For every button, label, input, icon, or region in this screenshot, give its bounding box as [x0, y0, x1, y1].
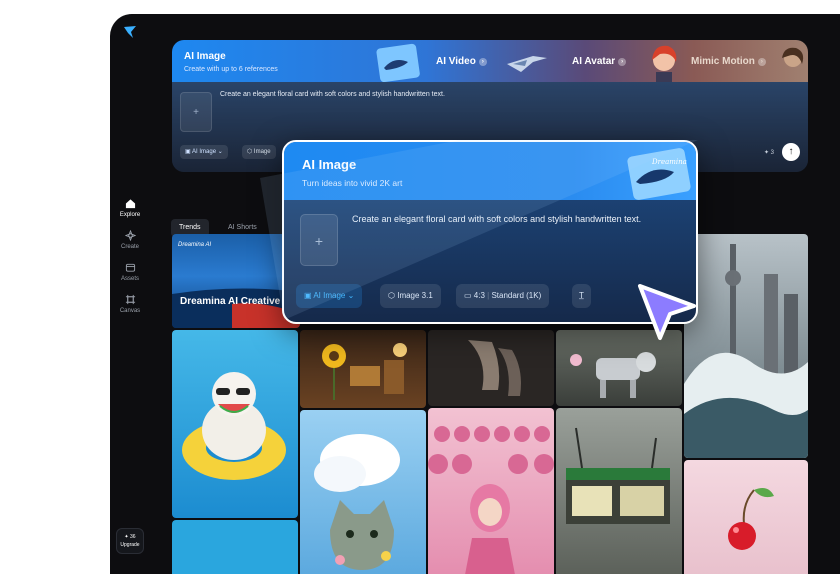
arrow-up-icon: ↑: [788, 146, 794, 157]
sidebar-item-label: Canvas: [119, 308, 141, 314]
hands-art: [468, 340, 521, 396]
tsunami-city-art: [684, 244, 808, 458]
sidebar-item-assets[interactable]: Assets: [110, 262, 150, 282]
mode-label: AI Image: [313, 291, 346, 300]
image-tile-tsunami-city[interactable]: [684, 234, 808, 458]
aspect-ratio-icon: ▭: [464, 291, 474, 300]
ratio-label: 4:3: [473, 291, 485, 300]
featured-card[interactable]: Dreamina AI Dreamina AI Creative: [172, 234, 300, 328]
prompt-input[interactable]: Create an elegant floral card with soft …: [220, 91, 445, 98]
upgrade-button[interactable]: ✦ 36 Upgrade: [116, 528, 144, 554]
image-tile-cherry[interactable]: [684, 460, 808, 574]
image-tile-pink-robots[interactable]: [428, 408, 554, 574]
featured-title: Dreamina AI Creative: [180, 296, 281, 307]
size-select[interactable]: ▭ 4:3 | Standard (1K): [456, 284, 550, 308]
chevron-right-icon: ›: [478, 58, 487, 66]
tab-ai-video[interactable]: AI Video ›: [427, 40, 567, 82]
mode-select[interactable]: ▣ AI Image ⌄: [180, 145, 228, 159]
folder-icon: [125, 263, 135, 272]
cursor-pointer-icon: [638, 284, 696, 340]
cloud-cat-art: [314, 434, 400, 570]
art-caption: Dreamina: [651, 158, 687, 166]
tab-title: AI Video ›: [436, 56, 487, 67]
cube-icon: ⬡: [388, 291, 398, 300]
quality-label: Standard (1K): [491, 291, 542, 300]
sidebar-item-create[interactable]: Create: [110, 230, 150, 250]
sidebar-item-label: Assets: [120, 276, 139, 282]
dreamina-logo-icon[interactable]: [122, 24, 138, 40]
tab-subtitle: Create with up to 6 references: [184, 66, 278, 73]
prompt-input[interactable]: Create an elegant floral card with soft …: [352, 212, 682, 227]
cube-icon: ⬡: [247, 149, 254, 155]
sidebar-item-canvas[interactable]: Canvas: [110, 294, 150, 314]
creation-tabs: AI Image Create with up to 6 references …: [172, 40, 808, 82]
tab-title: AI Avatar ›: [572, 56, 627, 67]
model-select[interactable]: ⬡ Image 3.1: [380, 284, 441, 308]
chevron-right-icon: ›: [757, 58, 766, 66]
popup-title: AI Image: [302, 157, 357, 172]
sidebar: Explore Create Assets Canvas ✦ 36 Upgrad…: [110, 14, 150, 574]
popup-subtitle: Turn ideas into vivid 2K art: [302, 178, 403, 188]
image-icon: ▣: [185, 149, 193, 155]
tab-ai-avatar[interactable]: AI Avatar ›: [562, 40, 682, 82]
pool-cat-art: [182, 372, 286, 480]
image-tile-hands[interactable]: [428, 330, 554, 406]
steampunk-art: [322, 343, 407, 400]
home-icon: [125, 199, 135, 209]
chevron-down-icon: ⌄: [345, 291, 355, 300]
sidebar-item-label: Explore: [119, 212, 141, 218]
jet-thumbnail: [507, 56, 547, 72]
model-label: Image 3.1: [397, 291, 433, 300]
reference-upload-button[interactable]: +: [180, 92, 212, 132]
model-select[interactable]: ⬡ Image: [242, 145, 276, 159]
motion-thumbnail: [782, 47, 804, 67]
send-button[interactable]: ↑: [782, 143, 800, 161]
credits-count: ✦ 36: [124, 534, 136, 540]
reference-upload-button[interactable]: +: [300, 214, 338, 266]
tab-title: Mimic Motion ›: [691, 56, 766, 67]
featured-card-art: [172, 288, 300, 328]
image-tile-pool-cat[interactable]: [172, 330, 298, 518]
sparkle-icon: [124, 230, 136, 241]
pink-robots-art: [428, 426, 554, 574]
tab-title: AI Image: [184, 51, 226, 62]
chevron-right-icon: ›: [618, 58, 627, 66]
sidebar-item-explore[interactable]: Explore: [110, 198, 150, 218]
text-style-button[interactable]: T̲: [572, 284, 591, 308]
tab-mimic-motion[interactable]: Mimic Motion ›: [682, 40, 808, 82]
image-tile-convenience-store[interactable]: [556, 408, 682, 574]
text-icon: T̲: [579, 291, 584, 300]
cherry-art: [728, 488, 774, 550]
app-window: Explore Create Assets Canvas ✦ 36 Upgrad…: [110, 14, 840, 574]
sidebar-item-label: Create: [120, 244, 139, 250]
canvas-icon: [125, 294, 135, 305]
image-tile-sky[interactable]: [172, 520, 298, 574]
featured-brand: Dreamina AI: [178, 242, 212, 248]
avatar-thumbnail: [652, 45, 677, 82]
image-tile-steampunk[interactable]: [300, 330, 426, 408]
tab-ai-image[interactable]: AI Image Create with up to 6 references: [172, 40, 420, 82]
image-tile-cloud-cat[interactable]: [300, 410, 426, 574]
whale-card-thumbnail: [376, 43, 420, 82]
image-icon: ▣: [304, 291, 314, 300]
upgrade-label: Upgrade: [120, 542, 140, 548]
credit-cost: ✦ 3: [763, 150, 774, 156]
mode-select[interactable]: ▣ AI Image ⌄: [296, 284, 363, 308]
whale-card-art: Dreamina: [627, 148, 691, 200]
convenience-store-art: [566, 427, 670, 524]
popup-header: AI Image Turn ideas into vivid 2K art Dr…: [284, 142, 696, 200]
